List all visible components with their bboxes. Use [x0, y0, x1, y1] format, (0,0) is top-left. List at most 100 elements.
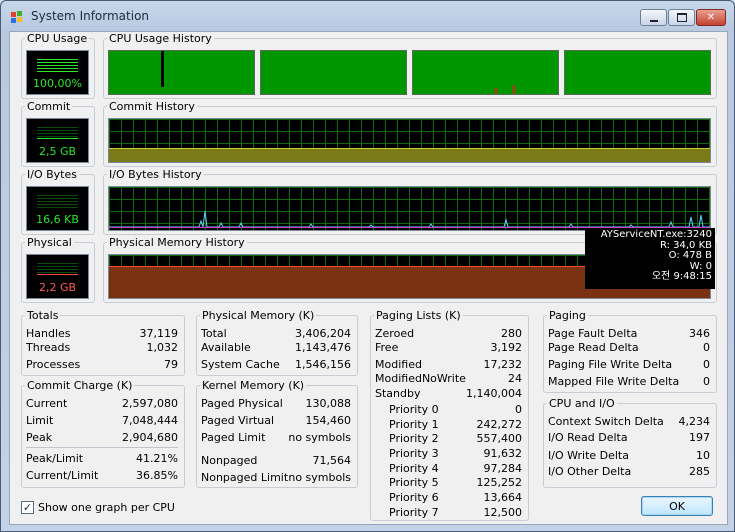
physical-group: Physical 2,2 GB [21, 236, 95, 303]
stat-label: Page Fault Delta [548, 327, 638, 340]
io-history-graph [108, 186, 711, 231]
stat-value: 7,048,444 [122, 414, 178, 427]
app-icon [11, 11, 22, 23]
kernel-memory-group: Kernel Memory (K) Paged Physical 130,088 … [196, 379, 358, 488]
commit-charge-group: Commit Charge (K) Current 2,597,080 Limit… [21, 379, 185, 488]
process-tooltip: AYServiceNT.exe:3240 R: 34,0 KB O: 478 B… [585, 228, 715, 289]
physical-value: 2,2 GB [38, 281, 77, 294]
priority-row: Priority 3 91,632 [371, 447, 528, 461]
stat-label: I/O Write Delta [548, 449, 629, 462]
stat-row: Context Switch Delta 4,234 [544, 415, 716, 429]
stat-value: 1,143,476 [295, 341, 351, 354]
cpu-usage-bars [37, 59, 78, 73]
cpu-history-spike [495, 88, 497, 94]
stat-value: 125,252 [476, 476, 523, 489]
physical-memory-group: Physical Memory (K) Total 3,406,204 Avail… [196, 309, 358, 376]
stat-value: 0 [703, 375, 710, 388]
stat-value: 3,192 [490, 341, 523, 354]
stat-label: Total [201, 327, 227, 340]
tooltip-other: O: 478 B [668, 250, 712, 261]
stat-value: 24 [508, 372, 522, 385]
stat-label: Context Switch Delta [548, 415, 664, 428]
ok-button[interactable]: OK [641, 496, 713, 516]
cpu-io-label: CPU and I/O [547, 397, 617, 410]
stat-label: Paged Limit [201, 431, 266, 444]
stat-label: Current [26, 397, 68, 410]
stat-value: 130,088 [305, 397, 352, 410]
commit-history-graph [108, 118, 711, 163]
stat-value: 0 [703, 358, 710, 371]
stat-label: Priority 7 [389, 506, 439, 519]
stat-label: Available [201, 341, 251, 354]
stat-row: I/O Write Delta 10 [544, 449, 716, 463]
commit-charge-label: Commit Charge (K) [25, 379, 135, 392]
stat-value: no symbols [288, 471, 351, 484]
stat-label: Nonpaged [201, 454, 258, 467]
stat-label: Zeroed [375, 327, 415, 340]
kernel-memory-label: Kernel Memory (K) [200, 379, 307, 392]
one-graph-per-cpu-checkbox[interactable]: ✓ [21, 501, 34, 514]
stat-label: I/O Read Delta [548, 431, 628, 444]
title-bar[interactable]: System Information ✕ [1, 1, 734, 31]
minimize-button[interactable] [640, 9, 667, 26]
one-graph-per-cpu-label[interactable]: Show one graph per CPU [38, 501, 175, 514]
stat-value: 0 [703, 341, 710, 354]
totals-label: Totals [25, 309, 61, 322]
stat-row: Standby 1,140,004 [371, 387, 528, 401]
stat-row: Paging File Write Delta 0 [544, 358, 716, 372]
stat-row: Paged Virtual 154,460 [197, 414, 357, 428]
maximize-button[interactable] [668, 9, 695, 26]
paging-group: Paging Page Fault Delta 346 Page Read Del… [543, 309, 717, 393]
stat-label: Priority 4 [389, 462, 439, 475]
stat-value: 1,032 [146, 341, 179, 354]
stat-value: no symbols [288, 431, 351, 444]
stat-row: Page Fault Delta 346 [544, 327, 716, 341]
io-bytes-meter: 16,6 KB [26, 186, 89, 231]
commit-meter: 2,5 GB [26, 118, 89, 163]
stat-label: Threads [26, 341, 71, 354]
stat-row: Zeroed 280 [371, 327, 528, 341]
commit-bars-fill [37, 138, 78, 141]
stat-label: Priority 5 [389, 476, 439, 489]
commit-group: Commit 2,5 GB [21, 100, 95, 167]
priority-row: Priority 7 12,500 [371, 506, 528, 520]
io-history-trace [109, 210, 710, 228]
stat-value: 0 [515, 403, 522, 416]
cpu-io-group: CPU and I/O Context Switch Delta 4,234 I/… [543, 397, 717, 488]
priority-row: Priority 2 557,400 [371, 432, 528, 446]
stat-value: 13,664 [483, 491, 523, 504]
stat-label: Limit [26, 414, 54, 427]
stat-value: 2,904,680 [122, 431, 178, 444]
cpu-history-spike [513, 85, 515, 94]
cpu-usage-label: CPU Usage [25, 32, 90, 45]
stat-label: Handles [26, 327, 71, 340]
separator [26, 447, 178, 448]
stat-value: 12,500 [483, 506, 523, 519]
stat-row: Modified 17,232 [371, 358, 528, 372]
stat-row: Free 3,192 [371, 341, 528, 355]
totals-group: Totals Handles 37,119 Threads 1,032 Proces… [21, 309, 185, 376]
io-history-line [109, 210, 710, 228]
tooltip-time: 오전 9:48:15 [651, 271, 712, 282]
paging-lists-group: Paging Lists (K) Zeroed 280 Free 3,192 Mod… [370, 309, 529, 521]
stat-label: Standby [375, 387, 421, 400]
physical-history-label: Physical Memory History [107, 236, 247, 249]
stat-row: Paged Limit no symbols [197, 431, 357, 445]
close-button[interactable]: ✕ [696, 9, 726, 26]
stat-row: Handles 37,119 [22, 327, 184, 341]
stat-label: Free [375, 341, 399, 354]
commit-history-group: Commit History [103, 100, 717, 167]
stat-label: Page Read Delta [548, 341, 639, 354]
cpu-usage-group: CPU Usage 100,00% [21, 32, 95, 99]
physical-bars-fill [37, 274, 78, 277]
minimize-icon [649, 19, 658, 22]
stat-label: I/O Other Delta [548, 465, 632, 478]
stat-value: 2,597,080 [122, 397, 178, 410]
stat-row: Page Read Delta 0 [544, 341, 716, 355]
stat-row: Available 1,143,476 [197, 341, 357, 355]
stat-label: Paging File Write Delta [548, 358, 673, 371]
stat-label: Priority 2 [389, 432, 439, 445]
io-bytes-value: 16,6 KB [36, 213, 79, 226]
stat-label: Peak/Limit [26, 452, 84, 465]
stat-value: 91,632 [483, 447, 523, 460]
